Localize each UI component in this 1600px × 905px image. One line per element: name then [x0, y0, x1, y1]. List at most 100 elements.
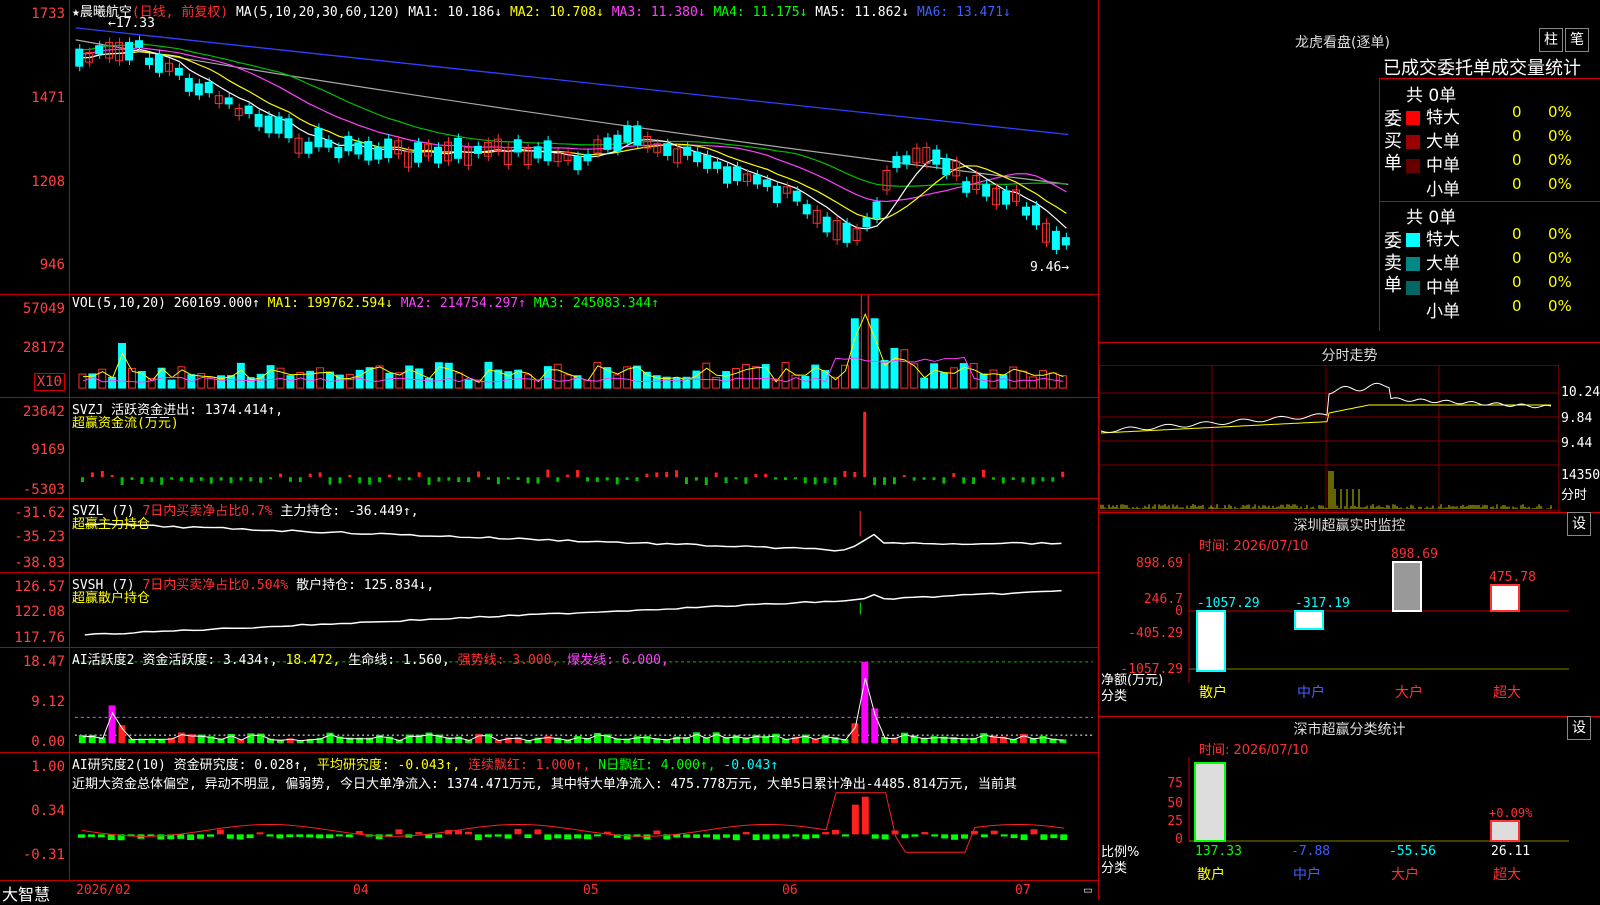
volume-panel[interactable]: 57049 28172 X10 VOL(5,10,20) 260169.000↑… — [0, 295, 1098, 398]
ai2-bar — [236, 834, 244, 840]
candle — [752, 174, 761, 185]
price-axis: 1733 1471 1208 946 — [0, 0, 70, 294]
svzj-bar — [625, 477, 629, 481]
svzj-bar — [793, 477, 797, 480]
bar-mode-button[interactable]: 柱 — [1539, 28, 1563, 52]
svzj-bar — [536, 477, 540, 484]
ai2-bar — [851, 804, 859, 835]
svzl-axis: -31.62 -35.23 -38.83 — [0, 499, 70, 572]
ai1-v2: 18.472, — [285, 653, 341, 668]
intraday-volume-tick: 14350 — [1561, 468, 1600, 483]
kline-panel[interactable]: 1733 1471 1208 946 ★晨曦航空(日线, 前复权) MA(5,1… — [0, 0, 1098, 295]
svzj-bar — [150, 477, 154, 482]
buy-row: 小单 0 0% — [1406, 175, 1600, 200]
svzl-panel[interactable]: -31.62 -35.23 -38.83 SVZL (7) 7日内买卖净占比0.… — [0, 499, 1098, 573]
intraday-price-tick: 9.84 — [1561, 411, 1593, 426]
ai2-bar — [464, 831, 472, 835]
volume-bar — [920, 377, 929, 389]
candle — [842, 222, 851, 243]
svzj-bar — [269, 477, 273, 480]
candle — [932, 149, 941, 165]
volume-unit: X10 — [33, 373, 65, 391]
ai2-bar — [306, 834, 314, 838]
ai2-bar — [544, 834, 552, 840]
ma4-value: MA4: 11.175↓ — [713, 5, 808, 20]
kline-chart[interactable] — [70, 0, 1098, 294]
dragon-panel[interactable]: 龙虎看盘(逐单) 柱 笔 已成交委托单成交量统计 委买单 共 0单 特大 0 0% 大… — [1098, 0, 1600, 342]
intraday-panel[interactable]: 分时走势 10.24 9.84 9.44 14350 分时 — [1098, 342, 1600, 512]
monitor-panel[interactable]: 深圳超赢实时监控 设 时间: 2026/07/10 898.69 246.7 0 -4… — [1098, 512, 1600, 716]
ai2-bar — [861, 796, 869, 835]
low-marker: 9.46→ — [1030, 260, 1070, 275]
volume-bar — [563, 374, 572, 389]
svsh-subtitle: 超赢散户持仓 — [72, 591, 151, 606]
buy-group: 委买单 共 0单 特大 0 0% 大单 0 0% 中单 0 0% 小单 0 0% — [1380, 79, 1600, 202]
ai1-bar — [752, 734, 760, 744]
candle — [1061, 237, 1070, 246]
ai-research-panel[interactable]: 1.00 0.34 -0.31 AI研究度2(10) 资金研究度: 0.028↑… — [0, 753, 1098, 881]
ai2-res: 资金研究度: 0.028↑, — [173, 758, 310, 773]
svzj-bar — [883, 477, 886, 485]
svzj-bar — [576, 470, 580, 478]
svzj-bar — [120, 477, 124, 485]
candle — [304, 141, 313, 154]
svzj-bar — [397, 477, 401, 481]
classify-bar — [1194, 762, 1226, 842]
ai1-label: AI活跃度2 — [72, 653, 135, 668]
ai2-bar — [802, 834, 810, 840]
svzj-bar — [348, 474, 352, 478]
price-tick: 1208 — [31, 174, 65, 190]
dragon-table: 委买单 共 0单 特大 0 0% 大单 0 0% 中单 0 0% 小单 0 0% 委卖单 共 0单 特… — [1379, 78, 1600, 331]
ai2-cont: 连续飘红: 1.000↑, — [468, 758, 591, 773]
ma3-value: MA3: 11.380↓ — [611, 5, 706, 20]
ai2-bar — [822, 832, 830, 835]
ai2-bar — [435, 834, 443, 838]
ai2-bar — [961, 834, 968, 839]
lock-icon[interactable]: ▭ — [1084, 883, 1092, 898]
ma1-value: MA1: 10.186↓ — [408, 5, 503, 20]
svzj-bar — [774, 477, 778, 480]
sell-row-name: 小单 — [1426, 302, 1460, 322]
favorite-star-icon[interactable]: ★ — [72, 5, 80, 20]
ai2-avg: 平均研究度: -0.043↑, — [316, 758, 461, 773]
ai2-bar — [266, 834, 274, 837]
candle — [982, 184, 991, 197]
ai2-last: -0.043↑ — [723, 758, 779, 773]
vol-ma1-line — [82, 312, 1064, 383]
ai2-bar — [1010, 834, 1018, 839]
ai2-bar — [1030, 829, 1038, 835]
ai2-bar — [653, 830, 661, 835]
classify-category: 中户 — [1293, 866, 1321, 883]
svzj-axis: 23642 9169 -5303 — [0, 398, 70, 498]
candle — [344, 135, 353, 152]
sell-row-count: 0 — [1512, 273, 1522, 291]
ai-activity-axis: 18.47 9.12 0.00 — [0, 648, 70, 752]
svzj-bar — [378, 477, 382, 483]
ai-activity-panel[interactable]: 18.47 9.12 0.00 AI活跃度2 资金活跃度: 3.434↑, 18… — [0, 648, 1098, 753]
monitor-bar — [1294, 610, 1324, 630]
candle — [314, 127, 323, 148]
ai2-bar — [375, 834, 383, 840]
candle — [862, 217, 871, 228]
svsh-panel[interactable]: 126.57 122.08 117.76 SVSH (7) 7日内买卖净占比0.… — [0, 573, 1098, 648]
candle — [284, 118, 293, 139]
volume-bar — [167, 379, 176, 389]
vol-ma1: MA1: 199762.594↓ — [267, 296, 393, 311]
ai2-bar — [772, 834, 780, 839]
intraday-chart[interactable] — [1099, 365, 1559, 511]
svzj-panel[interactable]: 23642 9169 -5303 SVZJ 活跃资金进出: 1374.414↑,… — [0, 398, 1098, 499]
candle — [135, 40, 143, 48]
buy-swatch — [1406, 159, 1420, 173]
volume-bar — [751, 366, 760, 389]
svzj-bar — [982, 469, 985, 478]
classify-panel[interactable]: 深市超赢分类统计 设 时间: 2026/07/10 75 50 25 0 +0.09% 1… — [1098, 716, 1600, 900]
volume-bar — [890, 347, 899, 389]
candle — [1031, 205, 1040, 226]
monitor-tick: 0 — [1175, 604, 1183, 619]
pen-mode-button[interactable]: 笔 — [1565, 28, 1589, 52]
candle — [364, 141, 373, 161]
svzj-bar — [358, 477, 362, 484]
classify-category: 超大 — [1493, 867, 1521, 883]
svzj-bar — [110, 475, 114, 478]
sell-row: 中单 0 0% — [1406, 273, 1600, 298]
